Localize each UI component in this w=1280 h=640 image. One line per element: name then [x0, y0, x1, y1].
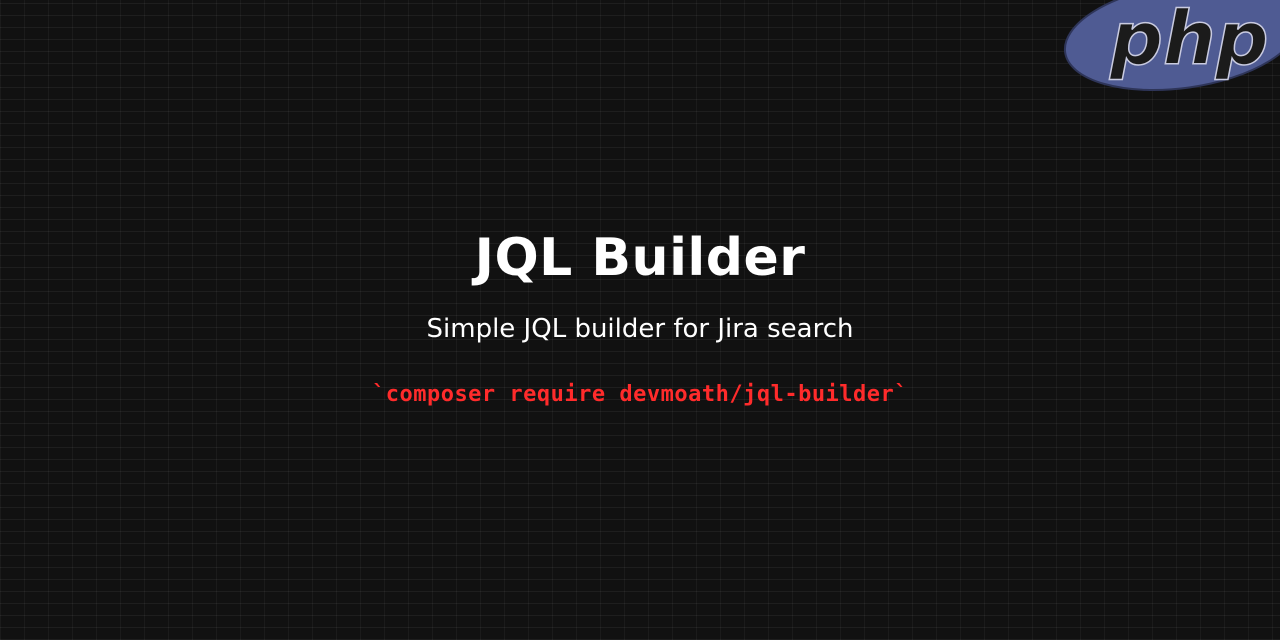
install-command: `composer require devmoath/jql-builder`: [371, 382, 909, 407]
page-title: JQL Builder: [474, 228, 806, 288]
page: { "logo": { "text": "php", "icon": "php-…: [0, 0, 1280, 640]
php-logo-icon: php: [1063, 0, 1280, 92]
svg-text:php: php: [1109, 0, 1269, 82]
page-subtitle: Simple JQL builder for Jira search: [426, 314, 854, 344]
